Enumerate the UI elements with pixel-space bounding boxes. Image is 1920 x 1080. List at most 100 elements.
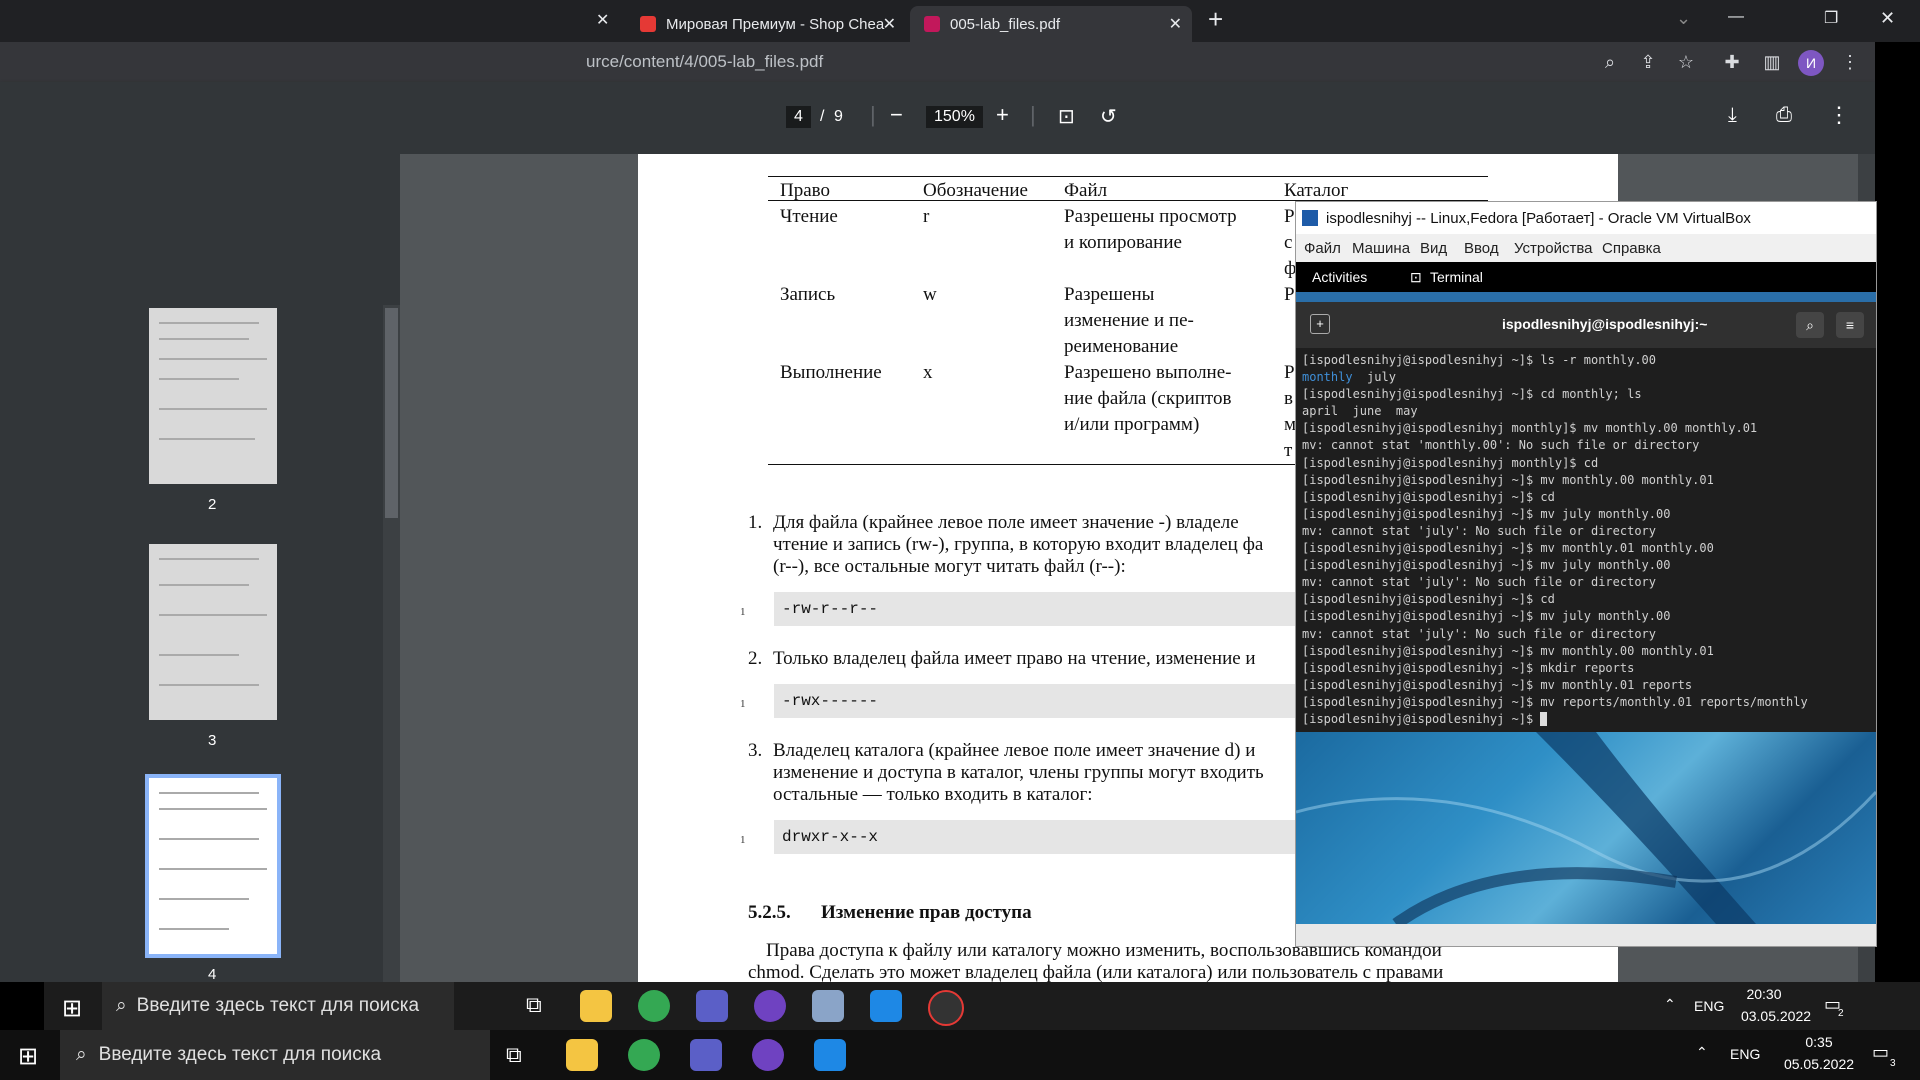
outer-chrome-icon[interactable] xyxy=(628,1039,660,1071)
zoom-level-input[interactable]: 150% xyxy=(926,106,983,128)
first-tab-close-icon[interactable]: ✕ xyxy=(596,10,609,30)
inner-virtualbox-icon[interactable] xyxy=(870,990,902,1022)
thumbnail-page-4[interactable] xyxy=(145,774,281,958)
outer-clock-time[interactable]: 0:35 xyxy=(1774,1034,1864,1050)
outer-search-box[interactable]: ⌕ Введите здесь текст для поиска xyxy=(60,1030,490,1080)
browser-tab-strip: ✕ Мировая Премиум - Shop Chea ✕ 005-lab_… xyxy=(0,0,1920,42)
row-write-right: Запись xyxy=(780,284,836,305)
terminal-app-menu[interactable]: Terminal xyxy=(1430,269,1483,285)
inner-start-icon[interactable]: ⊞ xyxy=(62,994,82,1023)
outer-teams-icon[interactable] xyxy=(690,1039,722,1071)
inner-tray-chevron-icon[interactable]: ⌃ xyxy=(1664,996,1676,1013)
activities-button[interactable]: Activities xyxy=(1312,269,1367,285)
terminal-cursor xyxy=(1540,712,1548,727)
tab-shop-close-icon[interactable]: ✕ xyxy=(883,14,896,34)
terminal-search-icon[interactable]: ⌕ xyxy=(1796,312,1824,338)
vbox-menu-devices[interactable]: Устройства xyxy=(1514,240,1592,257)
outer-explorer-icon[interactable] xyxy=(566,1039,598,1071)
new-tab-button[interactable]: + xyxy=(1208,4,1223,35)
outer-lang[interactable]: ENG xyxy=(1730,1046,1760,1062)
outer-notifications-icon[interactable]: ▭ xyxy=(1872,1042,1889,1063)
row-exec-dir-2: в xyxy=(1284,388,1293,409)
inner-obs-icon[interactable] xyxy=(928,990,964,1026)
tab-shop[interactable]: Мировая Премиум - Shop Chea ✕ xyxy=(626,6,906,42)
zoom-lens-icon[interactable]: ⌕ xyxy=(1598,50,1622,74)
outer-clock-date[interactable]: 05.05.2022 xyxy=(1774,1056,1864,1072)
tab-search-chevron-icon[interactable]: ⌄ xyxy=(1676,8,1691,29)
inner-search-box[interactable]: ⌕ Введите здесь текст для поиска xyxy=(102,982,454,1030)
row-exec-sym: x xyxy=(923,362,933,383)
inner-lang[interactable]: ENG xyxy=(1694,998,1724,1014)
restore-button[interactable]: ❐ xyxy=(1824,8,1838,28)
item3-line3: остальные — только входить в каталог: xyxy=(773,784,1093,805)
vbox-menubar: Файл Машина Вид Ввод Устройства Справка xyxy=(1296,234,1876,262)
profile-avatar[interactable]: И xyxy=(1798,50,1824,76)
close-window-button[interactable]: ✕ xyxy=(1880,8,1895,29)
terminal-line: [ispodlesnihyj@ispodlesnihyj ~]$ mv mont… xyxy=(1302,472,1714,487)
gnome-top-bar: Activities ⊡ Terminal xyxy=(1296,262,1876,292)
terminal-line: [ispodlesnihyj@ispodlesnihyj ~]$ xyxy=(1302,711,1872,728)
thumbnail-page-2[interactable] xyxy=(149,308,277,484)
new-tab-icon[interactable]: + xyxy=(1310,314,1330,334)
row-read-dir-2: с xyxy=(1284,232,1293,253)
address-bar-row xyxy=(0,42,1875,82)
terminal-line: april june may xyxy=(1302,404,1418,419)
zoom-out-button[interactable]: − xyxy=(890,102,903,128)
pdf-more-icon[interactable]: ⋮ xyxy=(1828,102,1850,128)
terminal-line: monthly july xyxy=(1302,370,1396,385)
wallpaper-art xyxy=(1296,732,1876,924)
outer-start-icon[interactable]: ⊞ xyxy=(18,1042,38,1071)
tab-pdf-close-icon[interactable]: ✕ xyxy=(1169,14,1182,34)
thumbnail-sidebar: 2 3 4 xyxy=(0,154,400,983)
print-icon[interactable]: ⎙ xyxy=(1776,104,1792,127)
bookmark-star-icon[interactable]: ☆ xyxy=(1674,50,1698,74)
item2-number: 2. xyxy=(748,648,763,669)
fit-page-icon[interactable]: ⊡ xyxy=(1058,104,1075,129)
vbox-menu-help[interactable]: Справка xyxy=(1602,240,1661,257)
page-number-input[interactable]: 4 xyxy=(786,106,811,128)
pdf-favicon-icon xyxy=(924,16,940,32)
vbox-menu-input[interactable]: Ввод xyxy=(1464,240,1499,257)
row-exec-file-1: Разрешено выполне- xyxy=(1064,362,1232,383)
outer-github-icon[interactable] xyxy=(752,1039,784,1071)
inner-teams-icon[interactable] xyxy=(696,990,728,1022)
terminal-window: + ispodlesnihyj@ispodlesnihyj:~ ⌕ ≡ [isp… xyxy=(1296,302,1876,732)
zoom-in-button[interactable]: + xyxy=(996,102,1009,128)
terminal-output[interactable]: [ispodlesnihyj@ispodlesnihyj ~]$ ls -r m… xyxy=(1302,352,1872,728)
outer-virtualbox-icon[interactable] xyxy=(814,1039,846,1071)
row-read-file-1: Разрешены просмотр xyxy=(1064,206,1237,227)
url-field[interactable]: urce/content/4/005-lab_files.pdf xyxy=(586,52,823,72)
terminal-line: mv: cannot stat 'july': No such file or … xyxy=(1302,523,1657,538)
minimize-button[interactable]: — xyxy=(1728,8,1744,26)
outer-search-placeholder: Введите здесь текст для поиска xyxy=(98,1044,382,1065)
share-icon[interactable]: ⇪ xyxy=(1636,50,1660,74)
download-icon[interactable]: ⤓ xyxy=(1728,104,1737,127)
vbox-menu-machine[interactable]: Машина xyxy=(1352,240,1410,257)
outer-task-view-icon[interactable]: ⧉ xyxy=(506,1042,522,1068)
row-exec-dir-4: т xyxy=(1284,440,1293,461)
extensions-puzzle-icon[interactable]: ✚ xyxy=(1720,50,1744,74)
row-read-file-2: и копирование xyxy=(1064,232,1182,253)
vbox-menu-view[interactable]: Вид xyxy=(1420,240,1447,257)
outer-tray-chevron-icon[interactable]: ⌃ xyxy=(1696,1044,1708,1061)
inner-clock-date[interactable]: 03.05.2022 xyxy=(1734,1008,1818,1024)
section-number: 5.2.5. xyxy=(748,902,791,923)
inner-chrome-icon[interactable] xyxy=(638,990,670,1022)
tab-pdf[interactable]: 005-lab_files.pdf ✕ xyxy=(910,6,1192,42)
inner-vscode-cube-icon[interactable] xyxy=(812,990,844,1022)
sidebar-scroll-thumb[interactable] xyxy=(385,308,398,518)
inner-clock-time[interactable]: 20:30 xyxy=(1734,986,1794,1002)
terminal-menu-icon[interactable]: ≡ xyxy=(1836,312,1864,338)
terminal-line: [ispodlesnihyj@ispodlesnihyj ~]$ mv mont… xyxy=(1302,541,1714,556)
vbox-menu-file[interactable]: Файл xyxy=(1304,240,1341,257)
rotate-icon[interactable]: ↺ xyxy=(1100,104,1117,129)
inner-github-icon[interactable] xyxy=(754,990,786,1022)
row-write-dir-1: Р xyxy=(1284,284,1295,305)
side-panel-icon[interactable]: ▥ xyxy=(1760,50,1784,74)
inner-explorer-icon[interactable] xyxy=(580,990,612,1022)
browser-menu-icon[interactable]: ⋮ xyxy=(1838,50,1862,74)
inner-task-view-icon[interactable]: ⧉ xyxy=(526,992,542,1018)
thumbnail-page-3[interactable] xyxy=(149,544,277,720)
code1-line-number: 1 xyxy=(740,606,746,618)
code3-line-number: 1 xyxy=(740,834,746,846)
